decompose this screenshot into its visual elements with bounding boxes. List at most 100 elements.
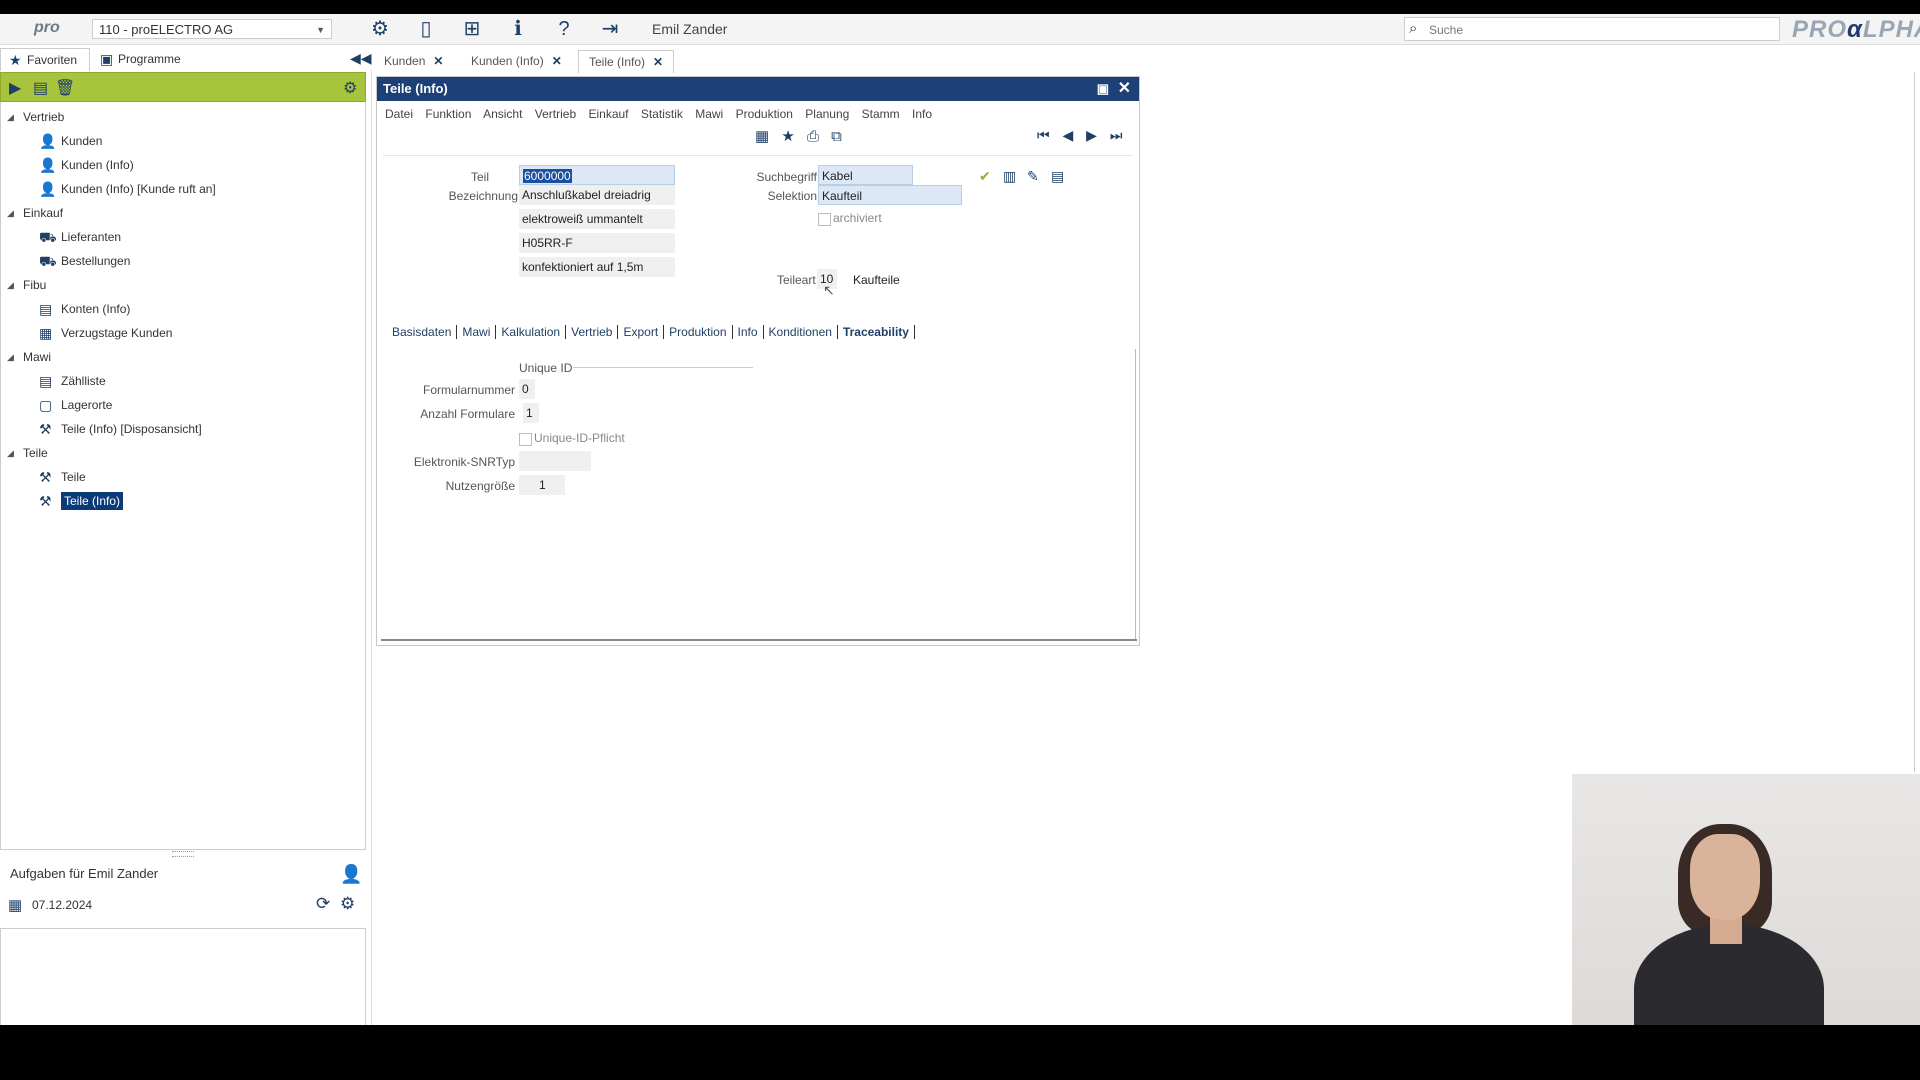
close-icon[interactable]: ✕ (433, 54, 443, 68)
maximize-icon[interactable]: ▣ (1097, 77, 1109, 101)
tab-programme[interactable]: ▣ Programme (92, 48, 218, 70)
bezeichnung-line-1[interactable]: Anschlußkabel dreiadrig (519, 185, 675, 205)
gear-icon[interactable]: ⚙ (340, 894, 355, 914)
tab-vertrieb[interactable]: Vertrieb (566, 325, 619, 339)
close-icon[interactable]: ✕ (653, 55, 663, 69)
menu-statistik[interactable]: Statistik (641, 107, 683, 121)
document-icon[interactable]: ▤ (33, 78, 48, 98)
anzahl-formulare-input[interactable]: 1 (523, 403, 539, 423)
close-icon[interactable]: ✕ (1118, 77, 1131, 101)
menu-einkauf[interactable]: Einkauf (588, 107, 628, 121)
bezeichnung-line-2[interactable]: elektroweiß ummantelt (519, 209, 675, 229)
teil-label: Teil (470, 170, 489, 184)
unique-id-pflicht-checkbox[interactable] (519, 433, 532, 446)
bezeichnung-line-4[interactable]: konfektioniert auf 1,5m (519, 257, 675, 277)
menu-ansicht[interactable]: Ansicht (483, 107, 522, 121)
search-box[interactable]: ⌕ (1404, 17, 1780, 41)
menu-info[interactable]: Info (912, 107, 932, 121)
calendar-icon[interactable]: ▦ (755, 128, 769, 145)
menu-mawi[interactable]: Mawi (695, 107, 723, 121)
tree-item-kunden-info-ruft-an[interactable]: 👤 Kunden (Info) [Kunde ruft an] (1, 178, 216, 200)
menu-funktion[interactable]: Funktion (425, 107, 471, 121)
teil-input[interactable]: 6000000 (519, 165, 675, 185)
archiviert-checkbox[interactable] (818, 213, 831, 226)
tab-export[interactable]: Export (618, 325, 665, 339)
formularnummer-input[interactable]: 0 (519, 379, 535, 399)
trash-icon[interactable]: 🗑 (55, 78, 75, 98)
menu-vertrieb[interactable]: Vertrieb (535, 107, 576, 121)
tree-group-teile[interactable]: ◢ Teile (1, 442, 48, 464)
settings-icon[interactable]: ⚙ (343, 78, 357, 98)
parts-icon: ⚒ (39, 469, 52, 485)
tree-item-lieferanten[interactable]: ⛟ Lieferanten (1, 226, 121, 248)
export-icon[interactable]: ⧉ (831, 128, 842, 145)
last-record-icon[interactable]: ⏭ (1110, 127, 1123, 143)
tab-info[interactable]: Info (732, 325, 764, 339)
resize-handle[interactable] (172, 851, 194, 857)
tab-kalkulation[interactable]: Kalkulation (496, 325, 567, 339)
check-icon[interactable]: ✔ (979, 168, 991, 185)
calendar-icon[interactable]: ▦ (8, 896, 22, 914)
info-icon[interactable]: ℹ (506, 18, 530, 40)
nutzengroesse-input[interactable]: 1 (519, 475, 565, 495)
tree-item-teile-dispo[interactable]: ⚒ Teile (Info) [Disposansicht] (1, 418, 202, 440)
user-icon[interactable]: 👤 (340, 864, 362, 885)
refresh-icon[interactable]: ⟳ (316, 894, 330, 914)
doc-tab-teile-info[interactable]: Teile (Info) ✕ (578, 50, 675, 73)
tree-group-mawi[interactable]: ◢ Mawi (1, 346, 51, 368)
tree-item-kunden[interactable]: 👤 Kunden (1, 130, 102, 152)
prev-record-icon[interactable]: ◀ (1063, 127, 1074, 143)
tab-traceability[interactable]: Traceability (837, 325, 915, 339)
tree-item-zaehlliste[interactable]: ▤ Zählliste (1, 370, 106, 392)
edit-icon[interactable]: ✎ (1027, 168, 1039, 185)
parts-icon: ⚒ (39, 421, 52, 437)
tab-favoriten[interactable]: ★ Favoriten (0, 48, 90, 71)
play-icon[interactable]: ▶ (9, 78, 21, 98)
star-icon[interactable]: ★ (781, 128, 794, 145)
tree-item-teile[interactable]: ⚒ Teile (1, 466, 86, 488)
lookup-icon[interactable]: ▥ (1003, 168, 1016, 185)
tree-item-bestellungen[interactable]: ⛟ Bestellungen (1, 250, 130, 272)
panel-divider[interactable] (371, 70, 372, 1025)
archiviert-label: archiviert (833, 211, 882, 225)
menu-bar: Datei Funktion Ansicht Vertrieb Einkauf … (385, 107, 941, 121)
tab-konditionen[interactable]: Konditionen (763, 325, 838, 339)
tree-item-konten-info[interactable]: ▤ Konten (Info) (1, 298, 130, 320)
first-record-icon[interactable]: ⏮ (1037, 127, 1050, 143)
tab-produktion[interactable]: Produktion (664, 325, 733, 339)
tree-item-verzugstage[interactable]: ▦ Verzugstage Kunden (1, 322, 172, 344)
menu-datei[interactable]: Datei (385, 107, 413, 121)
window-titlebar[interactable]: Teile (Info) ▣ ✕ (377, 77, 1139, 101)
panel-icon[interactable]: ▯ (414, 18, 438, 40)
suchbegriff-input[interactable]: Kabel (818, 165, 913, 185)
bezeichnung-line-3[interactable]: H05RR-F (519, 233, 675, 253)
menu-produktion[interactable]: Produktion (736, 107, 793, 121)
tree-group-einkauf[interactable]: ◢ Einkauf (1, 202, 63, 224)
tab-basisdaten[interactable]: Basisdaten (387, 325, 458, 339)
doc-tab-kunden[interactable]: Kunden ✕ (374, 50, 453, 72)
tree-group-vertrieb[interactable]: ◢ Vertrieb (1, 106, 64, 128)
collapse-panel-icon[interactable]: ◀◀ (350, 50, 372, 67)
next-record-icon[interactable]: ▶ (1086, 127, 1097, 143)
menu-planung[interactable]: Planung (805, 107, 849, 121)
gear-icon[interactable]: ⚙ (368, 18, 392, 40)
layout-icon[interactable]: ⊞ (460, 18, 484, 40)
order-icon: ⛟ (39, 253, 57, 269)
tree-item-kunden-info[interactable]: 👤 Kunden (Info) (1, 154, 134, 176)
selektion-input[interactable]: Kaufteil (818, 185, 962, 205)
print-icon[interactable]: ⎙ (807, 128, 819, 145)
doc-tab-kunden-info[interactable]: Kunden (Info) ✕ (461, 50, 572, 72)
tree-group-fibu[interactable]: ◢ Fibu (1, 274, 46, 296)
company-select[interactable]: 110 - proELECTRO AG ▼ (92, 19, 332, 39)
menu-stamm[interactable]: Stamm (862, 107, 900, 121)
close-icon[interactable]: ✕ (552, 54, 562, 68)
tree-item-lagerorte[interactable]: ▢ Lagerorte (1, 394, 112, 416)
notes-icon[interactable]: ▤ (1051, 168, 1064, 185)
snr-typ-input[interactable] (519, 451, 591, 471)
tree-item-teile-info[interactable]: ⚒ Teile (Info) (1, 490, 124, 512)
help-icon[interactable]: ? (552, 18, 576, 40)
company-select-value: 110 - proELECTRO AG (99, 22, 234, 37)
tab-mawi[interactable]: Mawi (457, 325, 497, 339)
search-input[interactable] (1427, 20, 1771, 40)
logout-icon[interactable]: ⇥ (598, 18, 622, 40)
